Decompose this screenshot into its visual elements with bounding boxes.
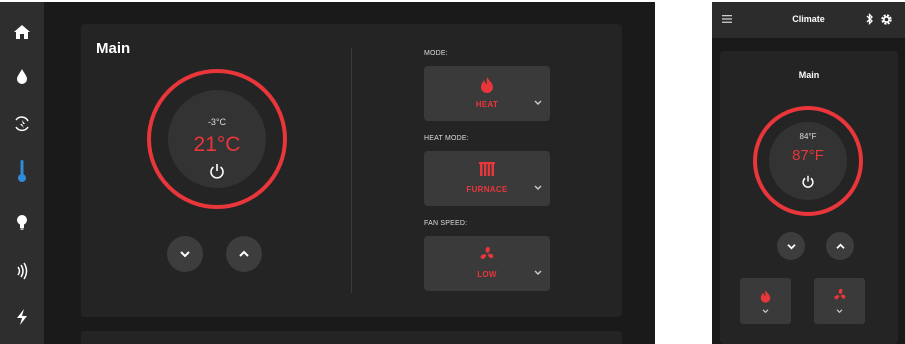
mode-button[interactable] — [740, 278, 791, 324]
sidebar-item-home[interactable] — [0, 14, 44, 50]
thermostat-dial: -3°C 21°C — [168, 90, 266, 188]
sidebar-item-water[interactable] — [0, 58, 44, 94]
sidebar — [0, 2, 44, 344]
tablet-screen: Main -3°C 21°C MODE: HEAT HEAT MODE: FUR… — [0, 2, 655, 344]
temp-up-button[interactable] — [826, 232, 854, 260]
sidebar-item-lighting[interactable] — [0, 204, 44, 240]
fan-icon — [480, 247, 494, 260]
temp-down-button[interactable] — [777, 232, 805, 260]
flame-icon — [481, 77, 493, 93]
sidebar-item-audio[interactable] — [0, 253, 44, 289]
power-icon[interactable] — [802, 175, 815, 188]
zone-title: Main — [798, 70, 820, 80]
lightning-icon — [17, 309, 27, 325]
chevron-down-icon — [836, 309, 843, 314]
divider — [351, 48, 352, 293]
lightbulb-icon — [17, 215, 27, 230]
temp-down-button[interactable] — [167, 236, 203, 272]
app-header: Climate — [712, 2, 905, 38]
sidebar-item-climate[interactable] — [0, 153, 44, 189]
bluetooth-icon[interactable] — [866, 13, 874, 25]
zone-card: Main -3°C 21°C MODE: HEAT HEAT MODE: FUR… — [81, 24, 622, 317]
zone-title: Main — [96, 40, 131, 57]
chevron-up-icon — [835, 243, 845, 249]
power-icon[interactable] — [209, 163, 225, 179]
water-drop-icon — [17, 69, 27, 84]
chevron-down-icon — [180, 251, 190, 258]
thermometer-icon — [18, 160, 26, 182]
gear-icon[interactable] — [880, 13, 893, 26]
mode-select[interactable]: HEAT — [424, 66, 550, 121]
temp-up-button[interactable] — [226, 236, 262, 272]
page-title: Climate — [792, 14, 825, 24]
fan-speed-label: FAN SPEED: — [424, 220, 468, 227]
setpoint-temperature: 21°C — [193, 133, 241, 156]
chevron-up-icon — [239, 250, 249, 257]
sidebar-item-climate-mode[interactable] — [0, 106, 44, 142]
zone-card-next — [81, 331, 622, 344]
chevron-down-icon — [786, 243, 796, 249]
heat-mode-select[interactable]: FURNACE — [424, 151, 550, 206]
fan-icon — [834, 288, 846, 300]
zone-card: Main 84°F 87°F — [720, 51, 898, 344]
chevron-down-icon — [534, 185, 542, 190]
phone-screen: Climate Main 84°F 87°F — [712, 2, 905, 344]
heat-mode-label: HEAT MODE: — [424, 135, 469, 142]
setpoint-temperature: 87°F — [792, 147, 824, 164]
mode-value: HEAT — [475, 100, 499, 109]
thermostat-dial: 84°F 87°F — [769, 122, 847, 200]
fan-speed-select[interactable]: LOW — [424, 236, 550, 291]
heat-mode-value: FURNACE — [466, 185, 508, 194]
current-temperature: -3°C — [207, 117, 227, 127]
chevron-down-icon — [534, 100, 542, 105]
audio-waves-icon — [17, 262, 28, 280]
mode-label: MODE: — [424, 50, 448, 57]
chevron-down-icon — [762, 309, 769, 314]
chevron-down-icon — [534, 270, 542, 275]
home-icon — [14, 25, 30, 39]
flame-icon — [760, 290, 771, 303]
fan-speed-value: LOW — [477, 270, 497, 279]
fan-mode-icon — [15, 116, 29, 132]
fan-speed-button[interactable] — [814, 278, 865, 324]
sidebar-item-power[interactable] — [0, 299, 44, 335]
furnace-icon — [479, 162, 495, 176]
current-temperature: 84°F — [799, 132, 817, 141]
